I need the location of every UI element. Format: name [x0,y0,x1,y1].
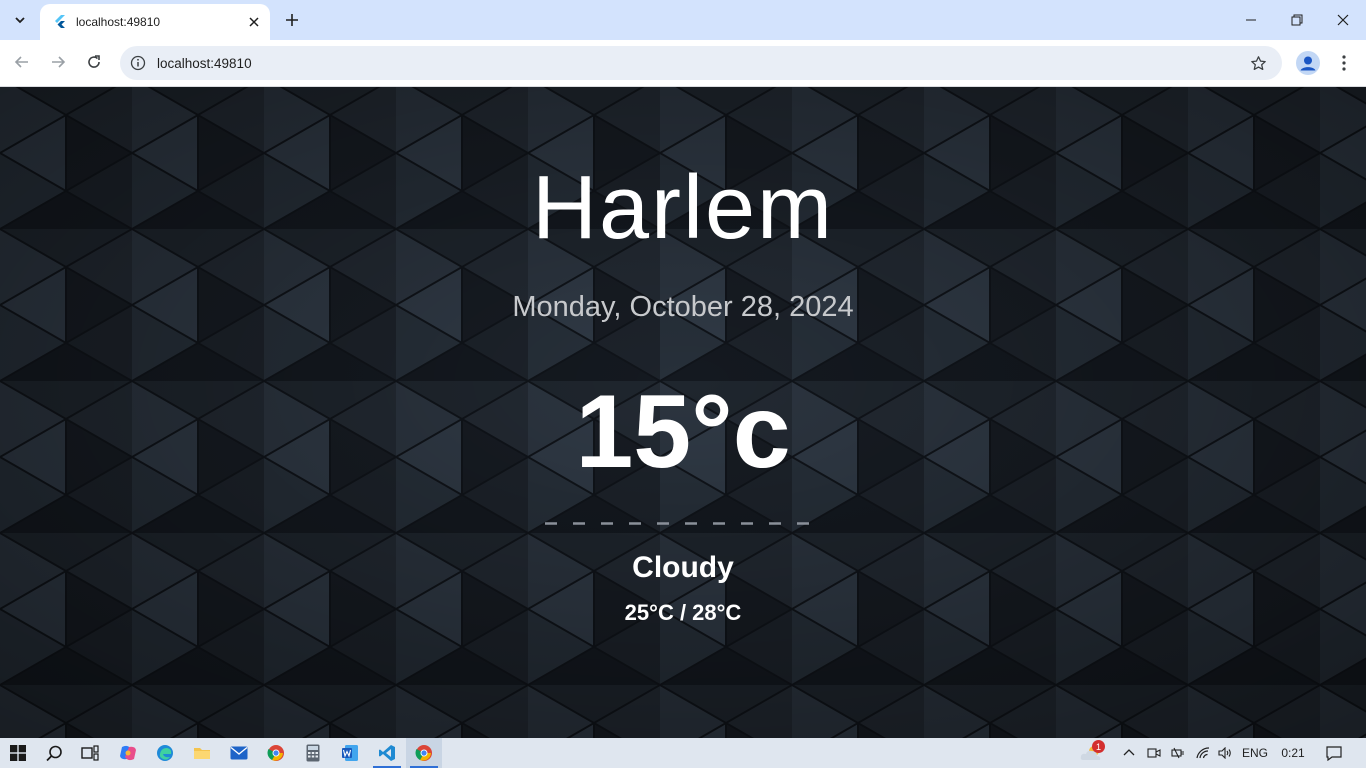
close-icon [1337,14,1349,26]
chrome-icon [267,745,284,761]
new-tab-button[interactable] [280,8,304,32]
taskbar-copilot[interactable] [110,738,146,768]
word-icon [342,745,358,761]
camera-icon [1147,748,1161,758]
restore-icon [1291,14,1303,26]
notification-center-button[interactable] [1320,738,1348,768]
tab-title: localhost:49810 [76,15,161,29]
calculator-icon [306,744,320,762]
dashed-divider [545,522,811,525]
search-icon [45,745,62,761]
city-name: Harlem [531,158,835,258]
taskbar-edge[interactable] [147,738,183,768]
site-info-icon[interactable] [130,55,146,71]
network-button[interactable] [1194,738,1212,768]
start-button[interactable] [0,738,36,768]
arrow-left-icon [14,56,28,68]
power-status-button[interactable] [1169,738,1187,768]
taskbar-vscode[interactable] [369,738,405,768]
taskbar-word[interactable] [332,738,368,768]
input-language-button[interactable]: ENG [1238,738,1272,768]
windows-taskbar: ENG 0:21 [0,738,1366,768]
tab-close-button[interactable] [244,12,264,32]
meet-now-button[interactable] [1145,738,1163,768]
notification-icon [1326,745,1342,761]
system-clock[interactable]: 0:21 [1277,738,1309,768]
reload-button[interactable] [80,48,108,76]
browser-tab[interactable]: localhost:49810 [40,4,270,40]
reload-icon [88,55,100,68]
current-temperature: 15°c [575,374,791,490]
arrow-right-icon [52,56,66,68]
more-vert-icon [1342,55,1346,71]
chrome-icon [415,745,432,761]
star-icon [1250,55,1266,70]
task-view-icon [81,745,99,761]
profile-avatar-icon[interactable] [1296,51,1320,75]
mail-icon [230,746,248,760]
bookmark-button[interactable] [1248,53,1268,73]
page-viewport: Harlem Monday, October 28, 2024 15°c Clo… [0,87,1366,738]
forward-button[interactable] [44,48,72,76]
taskbar-mail[interactable] [221,738,257,768]
weather-notification-badge: 1 [1092,740,1105,753]
vscode-icon [379,745,395,761]
taskbar-chrome-alt[interactable] [258,738,294,768]
windows-logo-icon [10,745,26,761]
taskbar-search-button[interactable] [36,738,72,768]
current-date: Monday, October 28, 2024 [512,291,854,323]
show-hidden-icons-button[interactable] [1120,738,1138,768]
taskbar-file-explorer[interactable] [184,738,220,768]
chevron-up-icon [1123,749,1135,756]
copilot-icon [120,745,136,761]
taskbar-calculator[interactable] [295,738,331,768]
task-view-button[interactable] [72,738,108,768]
tab-strip: localhost:49810 [0,0,1366,40]
temperature-range: 25°C / 28°C [624,600,742,625]
flutter-favicon-icon [55,15,65,28]
address-bar[interactable]: localhost:49810 [120,46,1282,80]
edge-browser-icon [157,745,173,761]
browser-menu-button[interactable] [1334,50,1354,76]
wifi-icon [1196,747,1210,759]
chevron-down-icon [15,17,25,24]
tab-search-button[interactable] [8,8,32,32]
folder-icon [194,748,210,759]
browser-toolbar: localhost:49810 [0,40,1366,87]
weather-condition: Cloudy [632,551,734,584]
back-button[interactable] [8,48,36,76]
volume-button[interactable] [1216,738,1234,768]
url-text[interactable]: localhost:49810 [157,56,1248,71]
minimize-icon [1246,19,1256,21]
close-icon [249,17,259,27]
weather-panel: Harlem Monday, October 28, 2024 15°c Clo… [0,87,1366,738]
restore-button[interactable] [1274,0,1320,40]
speaker-icon [1218,747,1231,759]
minimize-button[interactable] [1228,0,1274,40]
plug-icon [1171,747,1184,759]
taskbar-chrome[interactable] [406,738,442,768]
close-window-button[interactable] [1320,0,1366,40]
plus-icon [286,14,298,26]
